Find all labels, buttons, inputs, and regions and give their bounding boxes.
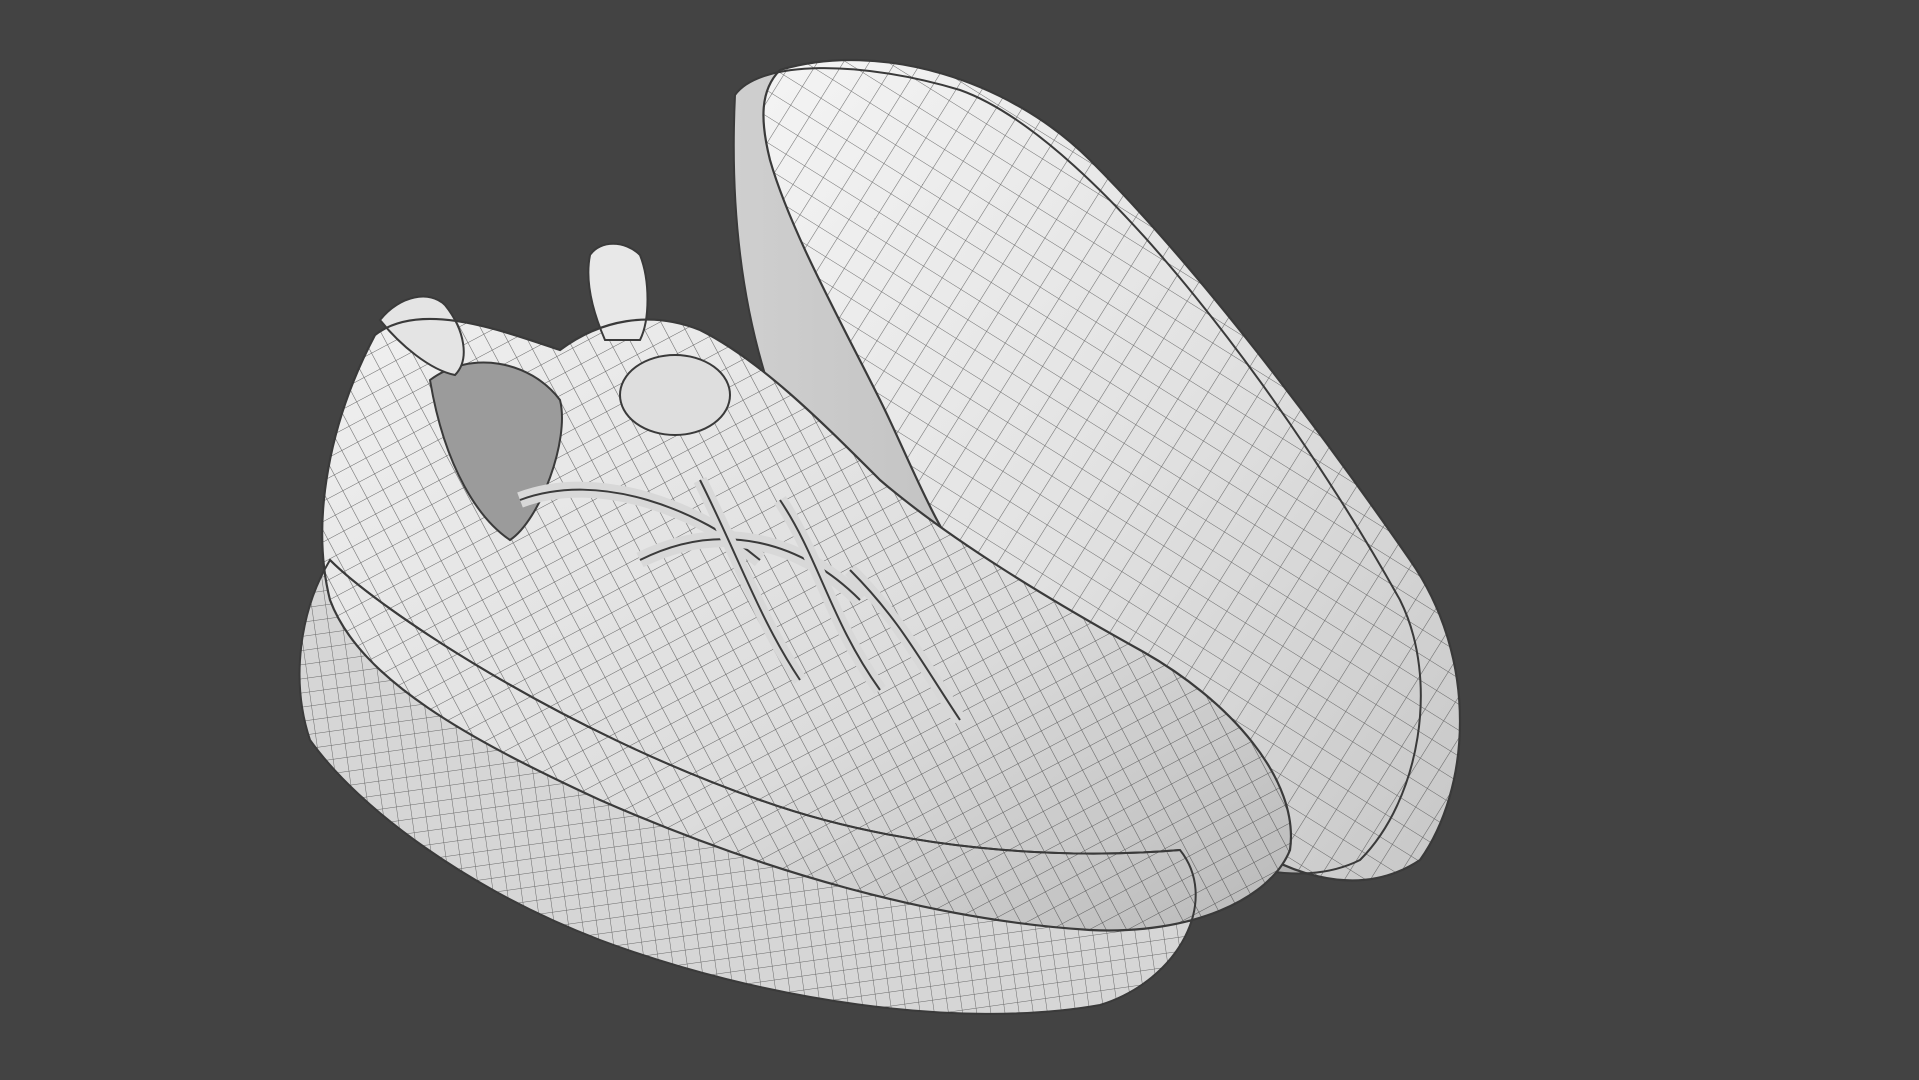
3d-viewport[interactable] [0,0,1919,1080]
left-shoe-tongue-badge [619,354,731,436]
render-scene [298,58,1461,1015]
left-shoe-tongue-loop [587,242,649,341]
